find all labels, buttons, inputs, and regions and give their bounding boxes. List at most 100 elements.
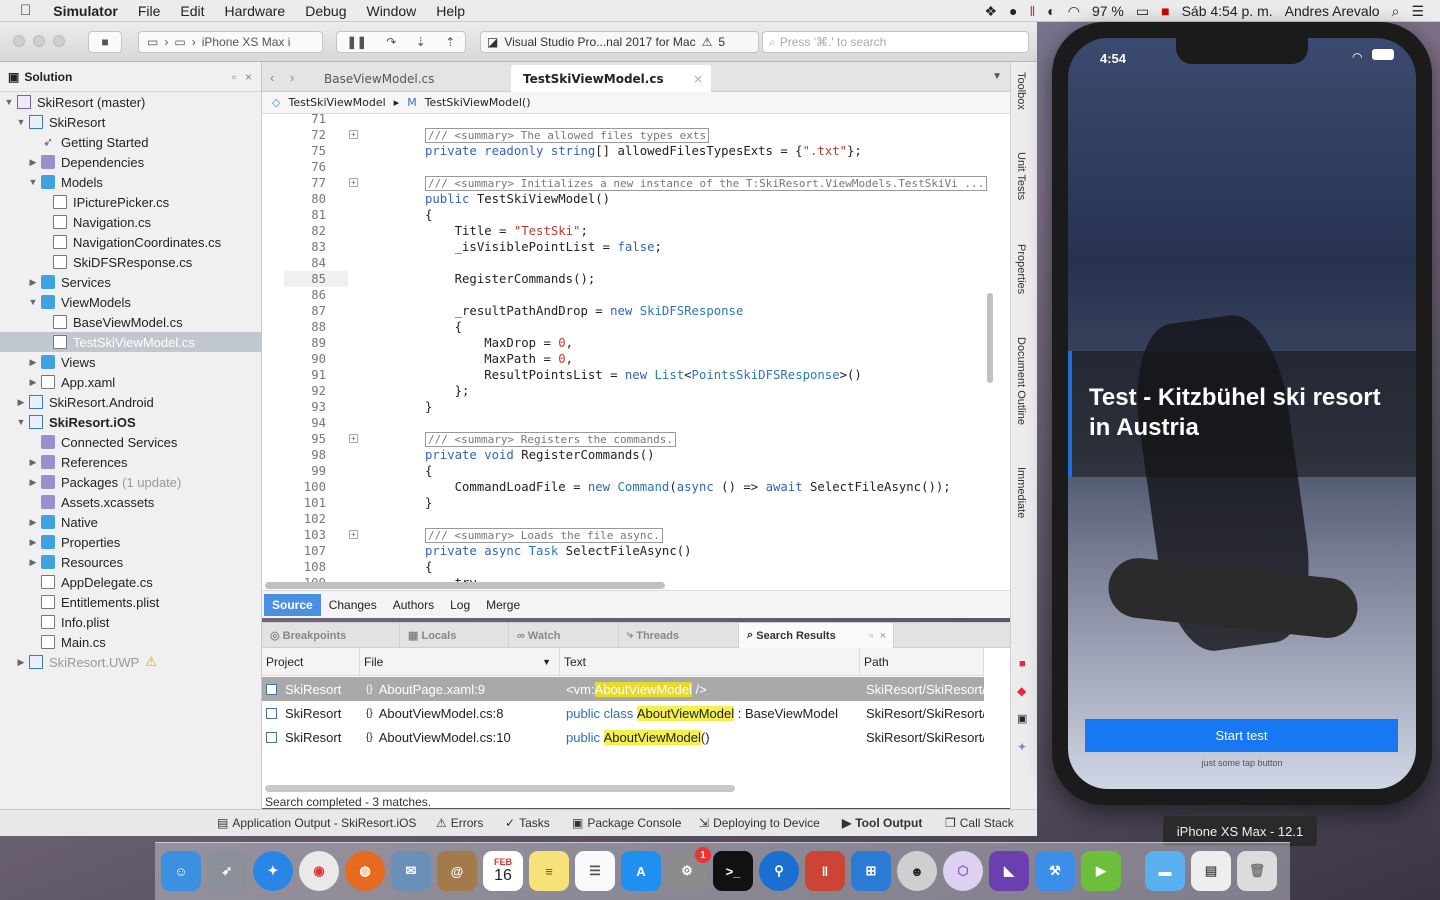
code-line[interactable]: 81 {	[262, 207, 987, 223]
disclosure-triangle-icon[interactable]: ▶	[28, 157, 38, 168]
tab-locals[interactable]: ▦ Locals	[400, 623, 509, 648]
editor-horizontal-scrollbar[interactable]	[265, 582, 665, 589]
pad-dock-icon[interactable]: ▫	[869, 630, 873, 642]
tree-item-references[interactable]: ▶ References	[0, 452, 261, 472]
code-line[interactable]: 102	[262, 511, 987, 527]
tree-item-ipicturepicker-cs[interactable]: IPicturePicker.cs	[0, 192, 261, 212]
call-stack-button[interactable]: ❐ Call Stack	[945, 816, 1014, 830]
disclosure-triangle-icon[interactable]: ▶	[28, 477, 38, 488]
fold-expand-icon[interactable]: +	[349, 130, 358, 139]
code-line[interactable]: 90 MaxPath = 0,	[262, 351, 987, 367]
column-file[interactable]: File ▼	[360, 648, 560, 676]
tree-item-entitlements-plist[interactable]: Entitlements.plist	[0, 592, 261, 612]
configuration-selector[interactable]: ▭ › ▭ › iPhone XS Max i	[138, 31, 323, 53]
code-line[interactable]: 109 try	[262, 575, 987, 582]
tab-authors[interactable]: Authors	[385, 594, 442, 616]
dropbox-icon[interactable]: ❖	[984, 3, 997, 20]
result-row[interactable]: SkiResort {} AboutViewModel.cs:8 public cla…	[262, 701, 984, 725]
do-not-disturb-icon[interactable]: ◐	[1047, 3, 1055, 19]
finder-icon[interactable]: ☺	[161, 851, 201, 891]
line-number[interactable]: 86	[284, 287, 326, 303]
line-number[interactable]: 81	[284, 207, 326, 223]
tree-item-skiresort-master[interactable]: ▼ SkiResort (master)	[0, 92, 261, 112]
tree-item-resources[interactable]: ▶ Resources	[0, 552, 261, 572]
breadcrumb-class[interactable]: TestSkiViewModel	[288, 96, 385, 109]
tree-item-getting-started[interactable]: ➶ Getting Started	[0, 132, 261, 152]
code-line[interactable]: 80 public TestSkiViewModel()	[262, 191, 987, 207]
step-over-icon[interactable]: ↷	[386, 35, 396, 49]
disclosure-triangle-icon[interactable]: ▶	[28, 557, 38, 568]
menu-help[interactable]: Help	[426, 3, 475, 19]
line-number[interactable]: 109	[284, 575, 326, 582]
calendar-icon[interactable]: FEB 16	[483, 851, 523, 891]
tab-test-ski-view-model[interactable]: TestSkiViewModel.cs ×	[511, 65, 711, 92]
app-store-icon[interactable]: A	[621, 851, 661, 891]
code-line[interactable]: 76	[262, 159, 987, 175]
hex-app-icon[interactable]: ⬡	[943, 851, 983, 891]
line-number[interactable]: 98	[284, 447, 326, 463]
line-number[interactable]: 80	[284, 191, 326, 207]
tree-item-main-cs[interactable]: Main.cs	[0, 632, 261, 652]
line-number[interactable]: 100	[284, 479, 326, 495]
tree-item-skidfsresponse-cs[interactable]: SkiDFSResponse.cs	[0, 252, 261, 272]
tree-item-skiresort-uwp[interactable]: ▶ SkiResort.UWP ⚠	[0, 652, 261, 672]
column-project[interactable]: Project	[262, 648, 360, 676]
tab-close-icon[interactable]: ×	[693, 72, 703, 86]
line-number[interactable]: 77	[284, 175, 326, 191]
terminal-icon[interactable]: >_	[713, 851, 753, 891]
toolbox-tab[interactable]: Toolbox	[1015, 72, 1027, 110]
line-number[interactable]: 102	[284, 511, 326, 527]
tab-breakpoints[interactable]: ◎ Breakpoints	[262, 623, 400, 648]
fold-expand-icon[interactable]: +	[349, 434, 358, 443]
menubar-user[interactable]: Andres Arevalo	[1285, 3, 1380, 19]
code-line[interactable]: 77 + /// <summary> Initializes a new insta…	[262, 175, 987, 191]
tab-back-icon[interactable]: ‹	[270, 70, 274, 85]
battery-percent[interactable]: 97 %	[1092, 3, 1124, 19]
tab-source[interactable]: Source	[264, 593, 321, 616]
pad-maximize-icon[interactable]: ▫	[232, 70, 236, 84]
pad-close-icon[interactable]: ×	[880, 630, 886, 642]
disclosure-triangle-icon[interactable]: ▶	[28, 357, 38, 368]
tasks-button[interactable]: ✓ Tasks	[505, 816, 550, 830]
result-row[interactable]: SkiResort {} AboutViewModel.cs:10 public Ab…	[262, 725, 984, 749]
code-line[interactable]: 75 private readonly string[] allowedFiles…	[262, 143, 987, 159]
disclosure-triangle-icon[interactable]: ▶	[28, 517, 38, 528]
code-line[interactable]: 92 };	[262, 383, 987, 399]
line-number[interactable]: 108	[284, 559, 326, 575]
menu-window[interactable]: Window	[356, 3, 426, 19]
code-line[interactable]: 99 {	[262, 463, 987, 479]
line-number[interactable]: 93	[284, 399, 326, 415]
line-number[interactable]: 103	[284, 527, 326, 543]
tree-item-navigation-cs[interactable]: Navigation.cs	[0, 212, 261, 232]
line-number[interactable]: 87	[284, 303, 326, 319]
play-app-icon[interactable]: ▶	[1081, 851, 1121, 891]
code-line[interactable]: 103 + /// <summary> Loads the file async.	[262, 527, 987, 543]
results-horizontal-scrollbar[interactable]	[265, 785, 735, 792]
breadcrumb-member[interactable]: TestSkiViewModel()	[425, 96, 531, 109]
tree-item-viewmodels[interactable]: ▼ ViewModels	[0, 292, 261, 312]
tab-threads[interactable]: ⤷ Threads	[619, 623, 739, 648]
line-number[interactable]: 85	[284, 271, 326, 287]
code-line[interactable]: 72 + /// <summary> The allowed files types…	[262, 127, 987, 143]
line-number[interactable]: 82	[284, 223, 326, 239]
code-line[interactable]: 86	[262, 287, 987, 303]
notification-center-icon[interactable]: ☰	[1411, 3, 1424, 20]
build-status-area[interactable]: ◪ Visual Studio Pro...nal 2017 for Mac ⚠…	[480, 31, 759, 53]
disclosure-triangle-icon[interactable]: ▼	[28, 177, 38, 187]
maps-pin-icon[interactable]: ⚲	[759, 851, 799, 891]
visual-studio-icon[interactable]: ◣	[989, 851, 1029, 891]
menu-hardware[interactable]: Hardware	[215, 3, 296, 19]
code-line[interactable]: 93}	[262, 399, 987, 415]
line-number[interactable]: 84	[284, 255, 326, 271]
tree-item-skiresort-ios[interactable]: ▼ SkiResort.iOS	[0, 412, 261, 432]
line-number[interactable]: 92	[284, 383, 326, 399]
code-line[interactable]: 98 private void RegisterCommands()	[262, 447, 987, 463]
tree-item-app-xaml[interactable]: ▶ App.xaml	[0, 372, 261, 392]
tab-base-view-model[interactable]: BaseViewModel.cs	[312, 65, 508, 92]
column-path[interactable]: Path	[860, 648, 984, 676]
spotlight-icon[interactable]: ⌕	[1392, 3, 1400, 20]
tree-item-navigationcoordinates-cs[interactable]: NavigationCoordinates.cs	[0, 232, 261, 252]
spy-app-icon[interactable]: ☻	[897, 851, 937, 891]
code-line[interactable]: 94	[262, 415, 987, 431]
clear-results-icon[interactable]: ◆	[1017, 684, 1026, 698]
